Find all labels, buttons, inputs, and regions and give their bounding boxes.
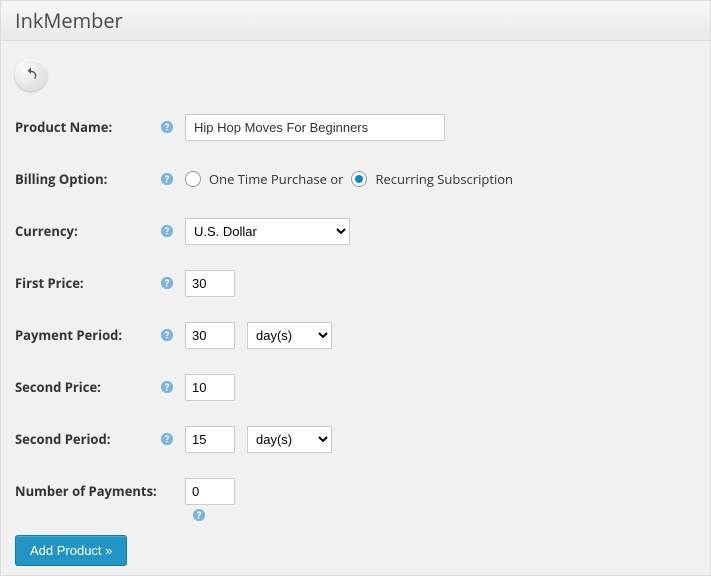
field-first-price (185, 269, 696, 297)
help-icon[interactable]: ? (159, 431, 175, 447)
row-second-price: Second Price: ? (15, 373, 696, 401)
label-num-payments: Number of Payments: (15, 482, 185, 500)
currency-select[interactable]: U.S. Dollar (185, 218, 350, 245)
label-product-name: Product Name: ? (15, 118, 185, 136)
inkmember-panel: InkMember Product Name: ? Billing Option… (0, 0, 711, 576)
field-currency: U.S. Dollar (185, 217, 696, 245)
back-button[interactable] (15, 59, 47, 91)
panel-body: Product Name: ? Billing Option: ? One T (1, 41, 710, 580)
row-first-price: First Price: ? (15, 269, 696, 297)
label-currency: Currency: ? (15, 222, 185, 240)
panel-title: InkMember (1, 1, 710, 41)
label-text: Product Name: (15, 118, 112, 136)
row-num-payments: Number of Payments: ? (15, 477, 696, 505)
help-icon[interactable]: ? (159, 171, 175, 187)
svg-text:?: ? (165, 433, 170, 446)
row-payment-period: Payment Period: ? day(s) (15, 321, 696, 349)
second-period-unit-select[interactable]: day(s) (247, 426, 332, 453)
label-second-period: Second Period: ? (15, 430, 185, 448)
radio-one-time[interactable] (185, 171, 201, 187)
help-icon[interactable]: ? (159, 379, 175, 395)
row-currency: Currency: ? U.S. Dollar (15, 217, 696, 245)
row-second-period: Second Period: ? day(s) (15, 425, 696, 453)
svg-text:?: ? (165, 329, 170, 342)
label-first-price: First Price: ? (15, 274, 185, 292)
payment-period-unit-select[interactable]: day(s) (247, 322, 332, 349)
radio-recurring[interactable] (351, 171, 367, 187)
field-second-price (185, 373, 696, 401)
help-icon[interactable]: ? (159, 223, 175, 239)
row-billing-option: Billing Option: ? One Time Purchase or R… (15, 165, 696, 193)
svg-text:?: ? (165, 381, 170, 394)
help-icon[interactable]: ? (191, 507, 207, 523)
help-icon[interactable]: ? (159, 327, 175, 343)
product-name-input[interactable] (185, 114, 445, 141)
help-icon[interactable]: ? (159, 119, 175, 135)
svg-text:?: ? (165, 121, 170, 134)
svg-text:?: ? (165, 277, 170, 290)
label-text: Currency: (15, 222, 78, 240)
radio-label-one-time: One Time Purchase or (209, 170, 343, 188)
label-text: Second Price: (15, 378, 101, 396)
add-product-button[interactable]: Add Product » (15, 535, 127, 566)
label-text: Billing Option: (15, 170, 107, 188)
label-text: First Price: (15, 274, 84, 292)
undo-icon (23, 66, 39, 85)
svg-text:?: ? (165, 225, 170, 238)
second-price-input[interactable] (185, 374, 235, 401)
svg-text:?: ? (197, 509, 202, 522)
first-price-input[interactable] (185, 270, 235, 297)
label-text: Second Period: (15, 430, 110, 448)
num-payments-input[interactable] (185, 478, 235, 505)
svg-text:?: ? (165, 173, 170, 186)
help-icon[interactable]: ? (159, 275, 175, 291)
payment-period-input[interactable] (185, 322, 235, 349)
second-period-input[interactable] (185, 426, 235, 453)
field-product-name (185, 113, 696, 141)
field-payment-period: day(s) (185, 321, 696, 349)
radio-label-recurring: Recurring Subscription (375, 170, 513, 188)
label-payment-period: Payment Period: ? (15, 326, 185, 344)
label-second-price: Second Price: ? (15, 378, 185, 396)
field-num-payments (185, 477, 696, 505)
label-text: Number of Payments: (15, 482, 157, 500)
row-product-name: Product Name: ? (15, 113, 696, 141)
field-billing-option: One Time Purchase or Recurring Subscript… (185, 165, 696, 193)
billing-radio-group: One Time Purchase or Recurring Subscript… (185, 170, 513, 188)
field-second-period: day(s) (185, 425, 696, 453)
label-billing-option: Billing Option: ? (15, 170, 185, 188)
label-text: Payment Period: (15, 326, 122, 344)
